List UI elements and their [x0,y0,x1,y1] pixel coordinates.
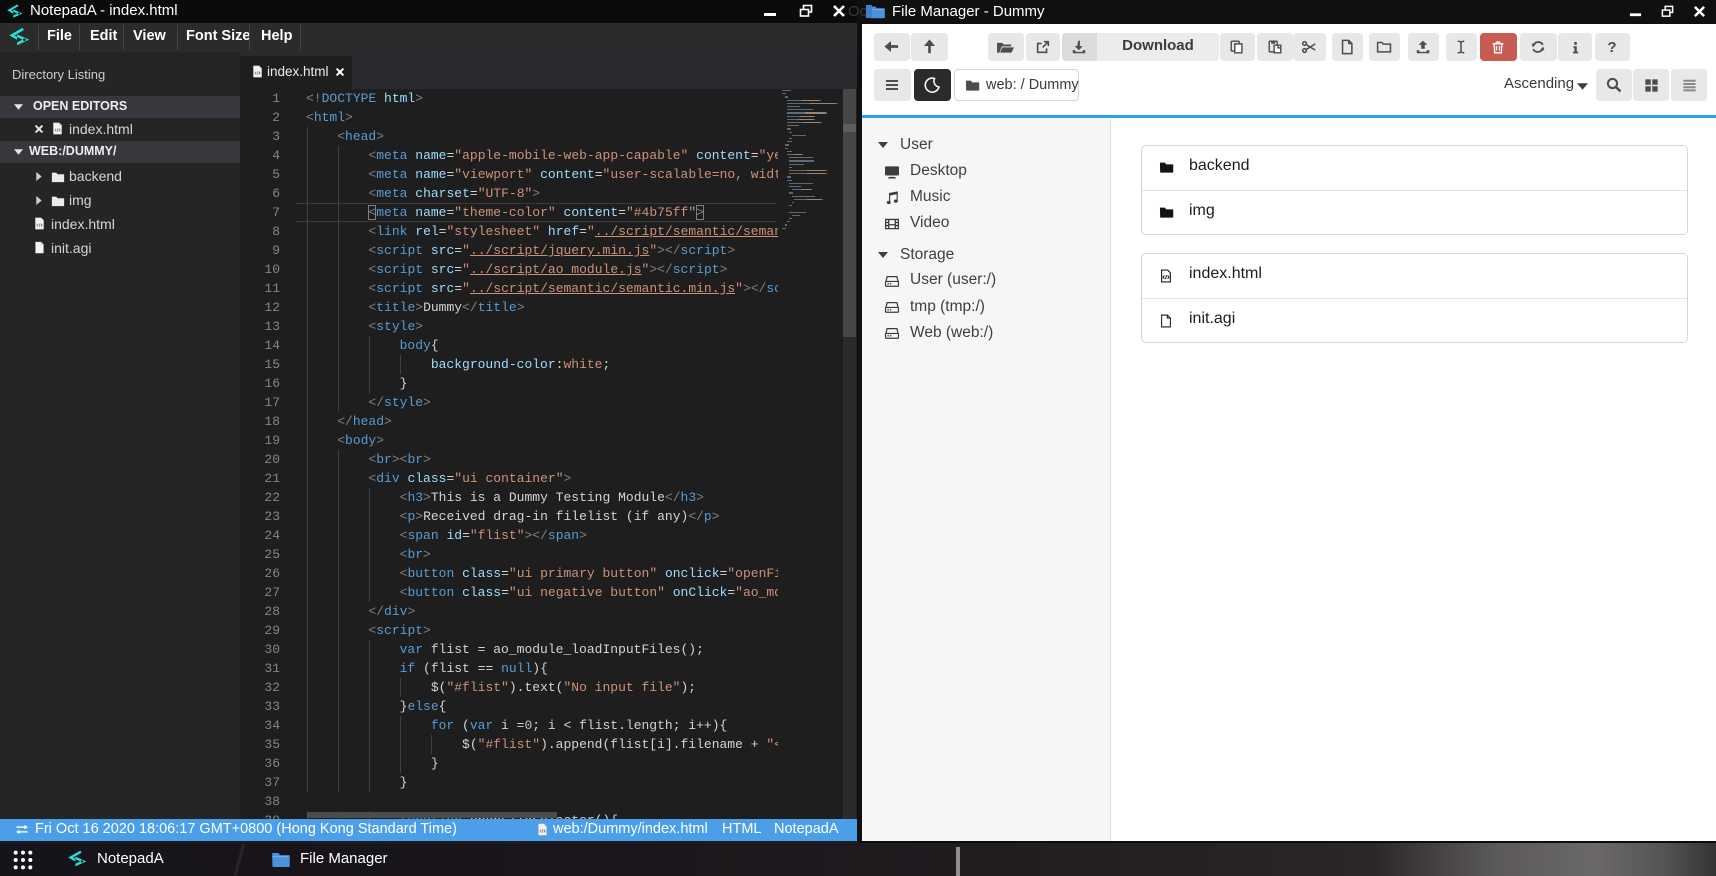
svg-text:?: ? [1607,39,1616,55]
